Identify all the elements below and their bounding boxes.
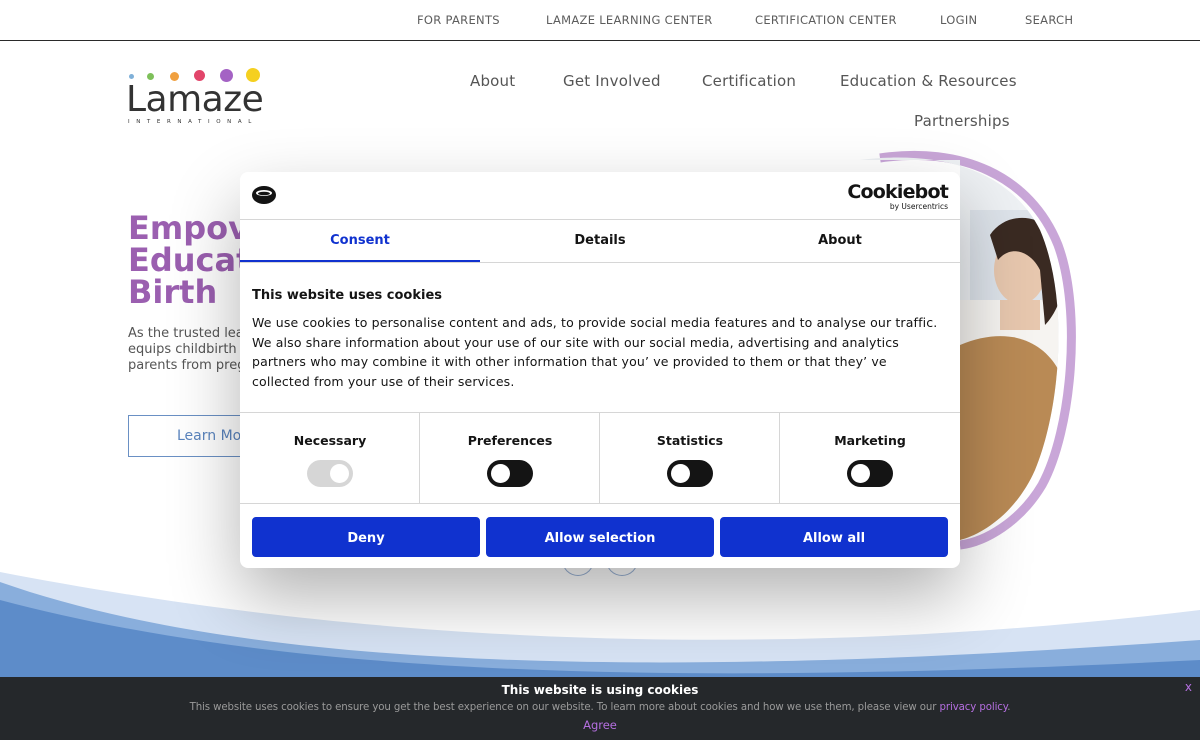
tab-consent[interactable]: Consent [240, 220, 480, 262]
cookie-dialog-tabs: Consent Details About [240, 220, 960, 263]
cookie-bar-message: This website uses cookies to ensure you … [189, 702, 937, 713]
tab-details[interactable]: Details [480, 220, 720, 262]
privacy-policy-link[interactable]: privacy policy [940, 702, 1008, 713]
cookie-bar-text: This website uses cookies to ensure you … [0, 702, 1200, 713]
cookie-icon [252, 186, 276, 204]
toggle-knob [330, 464, 349, 483]
top-nav-for-parents[interactable]: FOR PARENTS [417, 13, 500, 27]
deny-button[interactable]: Deny [252, 517, 480, 557]
category-label: Statistics [656, 433, 724, 448]
category-statistics: Statistics [600, 413, 780, 504]
top-nav-lamaze-learning-center[interactable]: LAMAZE LEARNING CENTER [546, 13, 713, 27]
allow-all-button[interactable]: Allow all [720, 517, 948, 557]
hero-text-line: equips childbirth [128, 342, 237, 357]
necessary-toggle [307, 460, 353, 487]
cookie-bar-period: . [1007, 702, 1011, 713]
cookie-dialog-title: This website uses cookies [252, 288, 443, 303]
marketing-toggle[interactable] [847, 460, 893, 487]
category-label: Necessary [293, 433, 367, 448]
lamaze-logo[interactable]: Lamaze INTERNATIONAL [126, 68, 266, 128]
toggle-knob [491, 464, 510, 483]
nav-education-resources[interactable]: Education & Resources [840, 72, 1017, 90]
agree-button[interactable]: Agree [0, 718, 1200, 732]
category-label: Preferences [467, 433, 553, 448]
hero-text-line: parents from preg [128, 358, 240, 373]
hero-text-line: As the trusted lea [128, 326, 240, 341]
cookie-categories: Necessary Preferences Statistics Marketi… [240, 412, 960, 504]
nav-get-involved[interactable]: Get Involved [563, 72, 661, 90]
hero-title-line: Empov [128, 212, 249, 247]
top-nav-login[interactable]: LOGIN [940, 13, 977, 27]
cookie-dialog-header: Cookiebot by Usercentrics [240, 172, 960, 220]
cookiebot-brand-name: Cookiebot [847, 181, 948, 203]
nav-certification[interactable]: Certification [702, 72, 796, 90]
top-nav-certification-center[interactable]: CERTIFICATION CENTER [755, 13, 897, 27]
category-preferences: Preferences [420, 413, 600, 504]
category-necessary: Necessary [240, 413, 420, 504]
hero-title-line: Birth [128, 273, 218, 308]
top-utility-bar: FOR PARENTS LAMAZE LEARNING CENTER CERTI… [0, 0, 1200, 41]
hero-title: Empov Educat Birth [128, 212, 258, 308]
top-nav-search[interactable]: SEARCH [1025, 13, 1073, 27]
toggle-knob [671, 464, 690, 483]
hero-title-line: Educat [128, 241, 252, 279]
preferences-toggle[interactable] [487, 460, 533, 487]
cookie-consent-dialog: Cookiebot by Usercentrics Consent Detail… [240, 172, 960, 568]
hero-description: As the trusted lea equips childbirth par… [128, 326, 240, 374]
cookiebot-brand[interactable]: Cookiebot by Usercentrics [847, 182, 948, 211]
logo-wordmark: Lamaze [126, 79, 264, 120]
allow-selection-button[interactable]: Allow selection [486, 517, 714, 557]
hero-wave [0, 572, 1200, 690]
cookie-notice-bar: This website is using cookies This websi… [0, 677, 1200, 740]
tab-about[interactable]: About [720, 220, 960, 262]
logo-subtitle: INTERNATIONAL [128, 119, 258, 125]
statistics-toggle[interactable] [667, 460, 713, 487]
cookie-dialog-description: We use cookies to personalise content an… [252, 315, 938, 389]
nav-about[interactable]: About [470, 72, 515, 90]
category-label: Marketing [834, 433, 906, 448]
close-cookie-bar-button[interactable]: x [1185, 680, 1192, 694]
category-marketing: Marketing [780, 413, 960, 504]
nav-partnerships[interactable]: Partnerships [914, 112, 1010, 130]
cookiebot-brand-sub: by Usercentrics [889, 202, 948, 211]
cookie-bar-title: This website is using cookies [501, 683, 699, 697]
toggle-knob [851, 464, 870, 483]
